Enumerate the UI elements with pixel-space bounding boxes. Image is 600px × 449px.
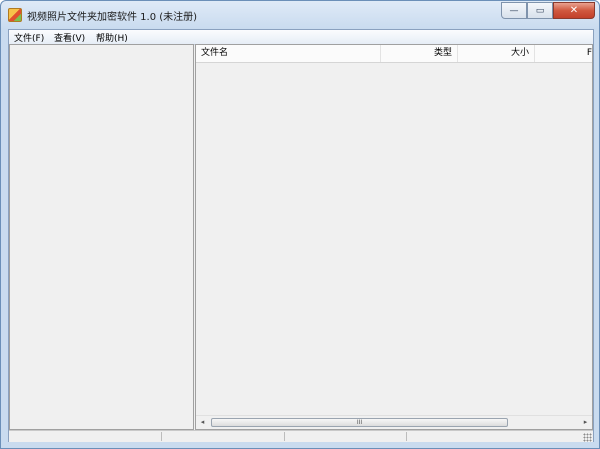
app-window: 视频照片文件夹加密软件 1.0 (未注册) — ▭ ✕ 文件(F) 查看(V) …: [0, 0, 600, 449]
client-area: 文件(F) 查看(V) 帮助(H) 文件名 类型 大小 F ◂ III ▸: [8, 29, 594, 442]
file-list-pane[interactable]: 文件名 类型 大小 F ◂ III ▸: [195, 44, 593, 430]
status-panel-2: [162, 432, 285, 441]
maximize-button[interactable]: ▭: [527, 2, 553, 19]
menu-bar: 文件(F) 查看(V) 帮助(H): [9, 30, 593, 45]
menu-help[interactable]: 帮助(H): [96, 31, 128, 44]
maximize-icon: ▭: [535, 5, 545, 16]
title-bar[interactable]: 视频照片文件夹加密软件 1.0 (未注册) — ▭ ✕: [1, 1, 599, 29]
status-panel-1: [9, 432, 162, 441]
resize-grip-icon[interactable]: [583, 433, 592, 442]
scroll-left-icon[interactable]: ◂: [196, 416, 209, 429]
minimize-icon: —: [509, 5, 519, 16]
window-title: 视频照片文件夹加密软件 1.0 (未注册): [27, 12, 198, 23]
scroll-right-icon[interactable]: ▸: [579, 416, 592, 429]
column-header-truncated[interactable]: F: [535, 45, 592, 62]
status-panel-3: [285, 432, 407, 441]
caption-buttons: — ▭ ✕: [501, 2, 595, 21]
minimize-button[interactable]: —: [501, 2, 527, 19]
column-header-size[interactable]: 大小: [458, 45, 535, 62]
status-panel-4: [407, 432, 577, 441]
status-bar: [9, 430, 593, 442]
menu-file[interactable]: 文件(F): [14, 31, 44, 44]
app-icon: [8, 8, 22, 22]
close-icon: ✕: [569, 5, 579, 16]
menu-view[interactable]: 查看(V): [54, 31, 85, 44]
scroll-thumb[interactable]: III: [211, 418, 508, 427]
horizontal-scrollbar[interactable]: ◂ III ▸: [196, 415, 592, 429]
folder-tree-pane[interactable]: [9, 44, 194, 430]
column-header-type[interactable]: 类型: [381, 45, 458, 62]
close-button[interactable]: ✕: [553, 2, 595, 19]
grip-icon: III: [356, 419, 363, 426]
list-header: 文件名 类型 大小 F: [196, 45, 592, 63]
column-header-filename[interactable]: 文件名: [196, 45, 381, 62]
